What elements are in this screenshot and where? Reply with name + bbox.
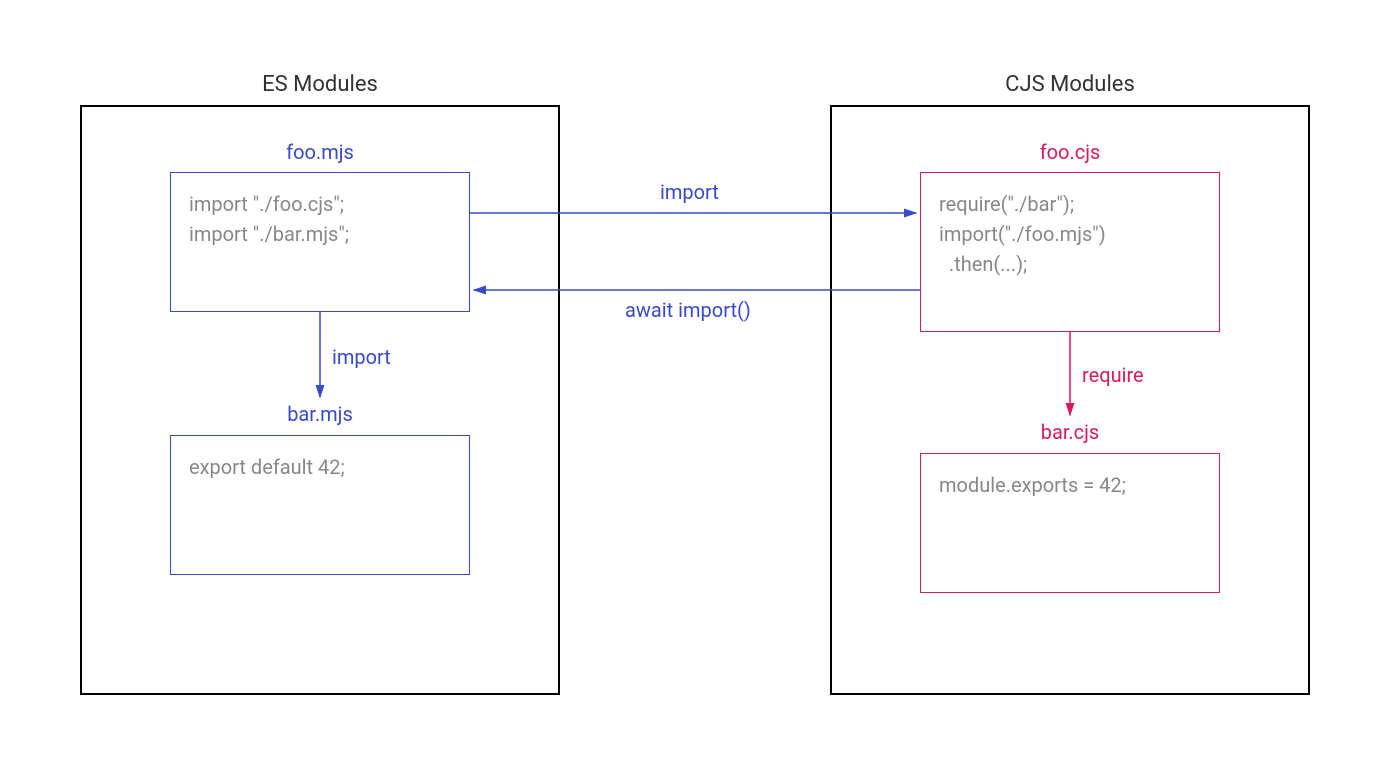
foo-cjs-title: foo.cjs xyxy=(920,140,1220,164)
bar-cjs-title: bar.cjs xyxy=(920,420,1220,444)
bar-mjs-box: export default 42; xyxy=(170,435,470,575)
cjs-require-arrow-label: require xyxy=(1082,363,1144,387)
bar-mjs-code-line-1: export default 42; xyxy=(189,452,451,482)
foo-mjs-box: import "./foo.cjs"; import "./bar.mjs"; xyxy=(170,172,470,312)
bar-cjs-box: module.exports = 42; xyxy=(920,453,1220,593)
bar-mjs-title: bar.mjs xyxy=(170,402,470,426)
foo-mjs-code-line-1: import "./foo.cjs"; xyxy=(189,189,451,219)
foo-cjs-code-line-3: .then(...); xyxy=(939,249,1201,279)
es-modules-title: ES Modules xyxy=(80,72,560,97)
foo-cjs-code-line-2: import("./foo.mjs") xyxy=(939,219,1201,249)
foo-mjs-code-line-2: import "./bar.mjs"; xyxy=(189,219,451,249)
foo-cjs-box: require("./bar"); import("./foo.mjs") .t… xyxy=(920,172,1220,332)
bar-cjs-code-line-1: module.exports = 42; xyxy=(939,470,1201,500)
cross-import-arrow-label: import xyxy=(660,180,719,204)
es-import-arrow-label: import xyxy=(332,345,391,369)
cross-await-import-arrow-label: await import() xyxy=(625,298,751,322)
foo-cjs-code-line-1: require("./bar"); xyxy=(939,189,1201,219)
cjs-modules-title: CJS Modules xyxy=(830,72,1310,97)
foo-mjs-title: foo.mjs xyxy=(170,140,470,164)
